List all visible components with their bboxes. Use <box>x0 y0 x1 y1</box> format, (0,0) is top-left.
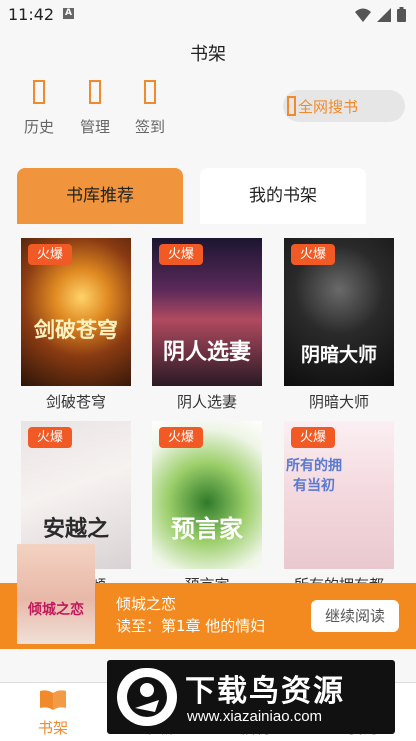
manage-label: 管理 <box>79 118 110 136</box>
manage-button[interactable]: 管理 <box>75 80 115 137</box>
book-card[interactable]: 火爆 所有的拥有当初 所有的拥有都 <box>284 421 394 595</box>
cover-title: 预言家 <box>171 514 243 543</box>
book-card[interactable]: 火爆 剑破苍穹 剑破苍穹 <box>21 238 131 412</box>
hot-badge: 火爆 <box>28 427 72 448</box>
manage-icon <box>89 80 101 104</box>
tab-my-shelf[interactable]: 我的书架 <box>200 168 366 224</box>
hot-badge: 火爆 <box>291 427 335 448</box>
cover-title: 剑破苍穹 <box>34 317 118 342</box>
book-cover: 火爆 所有的拥有当初 <box>284 421 394 569</box>
watermark-text: 下载鸟资源 <box>185 674 345 709</box>
cover-title: 所有的拥有当初 <box>286 458 342 494</box>
status-bar: 11:42 A <box>0 0 416 30</box>
search-label: 全网搜书 <box>298 98 359 116</box>
hot-badge: 火爆 <box>159 244 203 265</box>
wifi-icon <box>355 8 371 22</box>
book-cover: 火爆 预言家 <box>152 421 262 569</box>
book-icon <box>40 690 66 710</box>
watermark: 下载鸟资源 www.xiazainiao.com <box>107 660 395 734</box>
continue-reading-button[interactable]: 继续阅读 <box>311 600 399 632</box>
search-icon <box>287 96 296 116</box>
battery-icon <box>397 7 406 22</box>
nav-label: 书架 <box>37 719 68 737</box>
status-time: 11:42 <box>8 5 55 24</box>
reading-cover-title: 倾城之恋 <box>28 602 84 618</box>
checkin-label: 签到 <box>134 118 165 136</box>
nav-bookshelf[interactable]: 书架 <box>18 689 88 738</box>
cover-title: 阴暗大师 <box>300 344 377 366</box>
cover-title: 阴人选妻 <box>162 339 251 365</box>
book-cover: 火爆 剑破苍穹 <box>21 238 131 386</box>
book-cover: 火爆 阴暗大师 <box>284 238 394 386</box>
bird-logo-icon <box>117 668 177 726</box>
book-cover: 火爆 阴人选妻 <box>152 238 262 386</box>
hot-badge: 火爆 <box>28 244 72 265</box>
notification-icon: A <box>63 8 74 19</box>
checkin-icon <box>144 80 156 104</box>
status-icons <box>355 7 406 22</box>
history-button[interactable]: 历史 <box>19 80 59 137</box>
reading-book-cover: 倾城之恋 <box>17 544 95 644</box>
book-card[interactable]: 火爆 预言家 预言家 <box>152 421 262 595</box>
search-button[interactable]: 全网搜书 <box>283 90 405 122</box>
book-card[interactable]: 火爆 阴暗大师 阴暗大师 <box>284 238 394 412</box>
tab-recommend[interactable]: 书库推荐 <box>17 168 183 224</box>
history-label: 历史 <box>23 118 54 136</box>
signal-icon <box>377 7 391 22</box>
hot-badge: 火爆 <box>159 427 203 448</box>
cover-title: 安越之 <box>42 516 109 542</box>
book-title: 剑破苍穹 <box>45 393 106 411</box>
reading-book-title: 倾城之恋 <box>116 595 177 613</box>
history-icon <box>33 80 45 104</box>
book-title: 阴人选妻 <box>176 393 237 411</box>
page-title: 书架 <box>190 44 226 65</box>
book-card[interactable]: 火爆 阴人选妻 阴人选妻 <box>152 238 262 412</box>
checkin-button[interactable]: 签到 <box>130 80 170 137</box>
watermark-url: www.xiazainiao.com <box>187 708 323 725</box>
reading-progress: 读至：第1章 他的情妇 <box>116 617 266 635</box>
hot-badge: 火爆 <box>291 244 335 265</box>
book-title: 阴暗大师 <box>308 393 369 411</box>
